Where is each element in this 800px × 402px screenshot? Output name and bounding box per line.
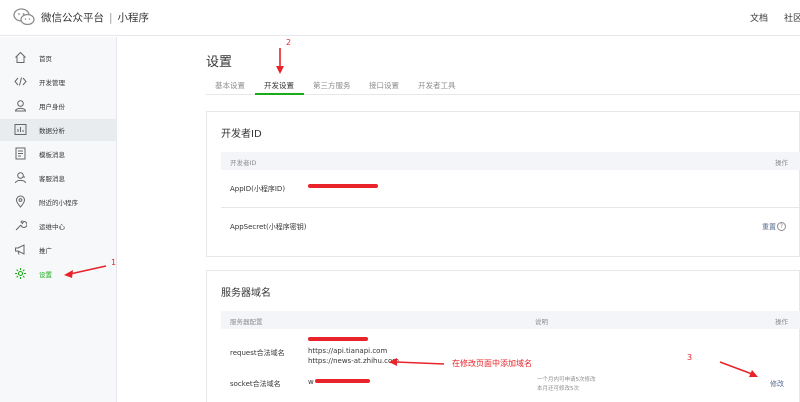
sidebar-item-dev-management[interactable]: 开发管理: [0, 71, 117, 93]
brand-title[interactable]: 微信公众平台 | 小程序: [41, 10, 149, 25]
modify-domain-link[interactable]: 修改: [770, 379, 784, 389]
request-domain-value: https://api.tianapi.com: [308, 347, 388, 355]
modify-limit-hint: 一个月内可申请5次修改: [537, 377, 596, 383]
tab-dev-tools[interactable]: 开发者工具: [418, 80, 456, 91]
location-pin-icon: [15, 195, 26, 208]
socket-domain-value: w: [308, 378, 314, 386]
top-bar: 微信公众平台 | 小程序 文档 社区: [0, 0, 800, 36]
annotation-number-2: 2: [286, 38, 292, 47]
request-domain-redaction: [308, 337, 368, 341]
sidebar: 首页 开发管理 用户身份 数据分析 模板消息 客服消息 附近的小程序 运维中心 …: [0, 37, 117, 402]
wrench-icon: [15, 220, 27, 231]
appsecret-label: AppSecret(小程序密钥): [230, 223, 307, 231]
product-name: 小程序: [117, 12, 150, 24]
sidebar-item-label: 设置: [39, 271, 52, 279]
sidebar-item-promotion[interactable]: 推广: [0, 239, 117, 261]
col-developer-id: 开发者ID: [230, 159, 257, 167]
col-action: 操作: [775, 159, 788, 167]
sidebar-item-label: 运维中心: [39, 223, 65, 231]
appid-label: AppID(小程序ID): [230, 185, 286, 193]
sidebar-item-ops-center[interactable]: 运维中心: [0, 215, 117, 237]
sidebar-item-label: 首页: [39, 55, 52, 63]
sidebar-item-customer-service[interactable]: 客服消息: [0, 167, 117, 189]
sidebar-item-template-message[interactable]: 模板消息: [0, 143, 117, 165]
server-domain-title: 服务器域名: [221, 288, 271, 299]
document-icon: [15, 147, 26, 160]
help-icon[interactable]: ?: [777, 222, 786, 231]
developer-id-title: 开发者ID: [221, 129, 262, 140]
col-description: 说明: [535, 318, 548, 326]
sidebar-item-label: 数据分析: [39, 127, 65, 135]
sidebar-item-label: 推广: [39, 247, 52, 255]
tab-basic-settings[interactable]: 基本设置: [215, 80, 245, 91]
tab-dev-settings[interactable]: 开发设置: [264, 80, 294, 91]
annotation-number-3: 3: [687, 353, 693, 362]
support-icon: [15, 172, 26, 184]
brand-name: 微信公众平台: [41, 12, 104, 24]
sidebar-item-label: 附近的小程序: [39, 199, 78, 207]
modify-remaining-hint: 本月还可修改5次: [537, 386, 579, 392]
request-domain-label: request合法域名: [230, 349, 285, 357]
sidebar-item-label: 客服消息: [39, 175, 65, 183]
tab-third-party[interactable]: 第三方服务: [313, 80, 351, 91]
code-icon: [14, 77, 27, 86]
annotation-add-domain-note: 在修改页面中添加域名: [452, 359, 532, 368]
arrow-head: [276, 66, 284, 74]
sidebar-item-settings[interactable]: 设置: [0, 263, 117, 285]
developer-id-panel: 开发者ID 开发者ID 操作 AppID(小程序ID) AppSecret(小程…: [206, 111, 800, 257]
wechat-logo-icon: [13, 8, 35, 26]
request-domain-value: https://news-at.zhihu.com: [308, 357, 400, 365]
sidebar-item-label: 模板消息: [39, 151, 65, 159]
home-icon: [15, 51, 26, 63]
col-server-config: 服务器配置: [230, 318, 263, 326]
gear-icon: [15, 268, 26, 279]
brand-separator: |: [109, 12, 113, 24]
server-domain-panel: 服务器域名 服务器配置 说明 操作 request合法域名 https://ap…: [206, 270, 800, 402]
developer-id-table-header: 开发者ID 操作: [221, 152, 800, 170]
sidebar-item-user-identity[interactable]: 用户身份: [0, 95, 117, 117]
community-link[interactable]: 社区: [784, 11, 800, 24]
annotation-number-1: 1: [111, 258, 117, 267]
sidebar-item-label: 开发管理: [39, 79, 65, 87]
server-domain-table-header: 服务器配置 说明 操作: [221, 311, 800, 329]
megaphone-icon: [15, 244, 25, 255]
page-title: 设置: [206, 55, 233, 70]
sidebar-item-nearby-miniprogram[interactable]: 附近的小程序: [0, 191, 117, 213]
chart-icon: [14, 124, 27, 135]
active-tab-indicator: [255, 93, 304, 95]
sidebar-item-label: 用户身份: [39, 103, 65, 111]
appid-redaction: [308, 184, 378, 188]
tab-interface-settings[interactable]: 接口设置: [369, 80, 399, 91]
sidebar-item-home[interactable]: 首页: [0, 47, 117, 69]
reset-secret-link[interactable]: 重置: [762, 222, 776, 232]
socket-domain-label: socket合法域名: [230, 380, 281, 388]
user-icon: [14, 100, 27, 112]
socket-domain-redaction: [315, 379, 370, 383]
row-divider: [221, 207, 800, 208]
sidebar-item-data-analysis[interactable]: 数据分析: [0, 119, 117, 141]
col-action: 操作: [775, 318, 788, 326]
docs-link[interactable]: 文档: [750, 11, 768, 24]
